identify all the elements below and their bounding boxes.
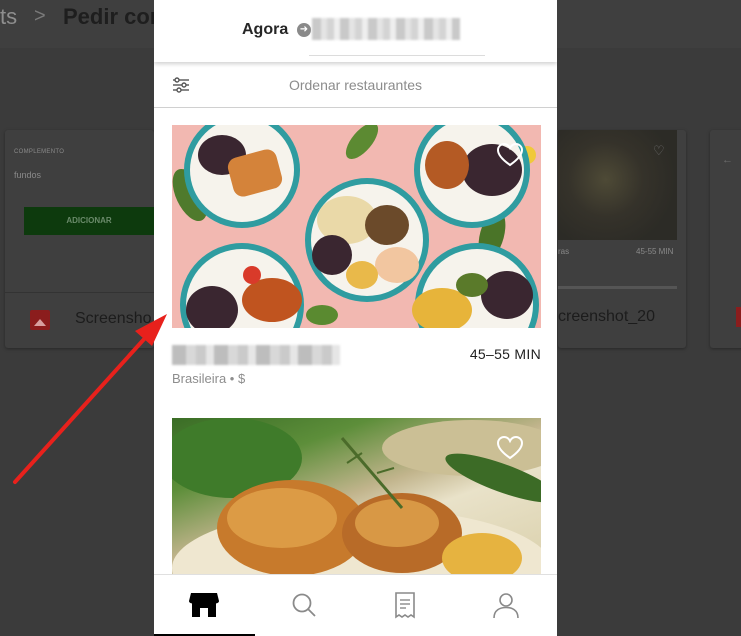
receipt-icon <box>395 592 415 619</box>
nav-tab-restaurants[interactable] <box>154 575 254 636</box>
favorite-heart-icon[interactable] <box>497 436 523 460</box>
food-plates-illustration <box>172 125 541 328</box>
annotation-arrow-shaft <box>13 335 148 484</box>
sort-bar[interactable]: Ordenar restaurantes <box>154 64 557 108</box>
address-underline <box>309 55 485 56</box>
app-screen: Agora ➜ Ordenar restaurantes 45–55 MIN B… <box>154 0 557 636</box>
background-divider <box>558 286 677 289</box>
restaurant-card[interactable] <box>172 418 541 578</box>
image-file-icon <box>30 310 50 330</box>
complement-value: fundos <box>14 170 42 180</box>
restaurant-food-image[interactable] <box>172 125 541 328</box>
page-title: Pedir cor <box>63 4 159 29</box>
restaurant-card[interactable]: 45–55 MIN Brasileira • $ <box>172 125 541 395</box>
sort-restaurants-label[interactable]: Ordenar restaurantes <box>154 77 557 93</box>
restaurant-category-price: Brasileira • $ <box>172 371 246 386</box>
search-icon <box>292 593 316 617</box>
background-card-left: COMPLEMENTO fundos ADICIONAR Screensho <box>5 130 154 348</box>
add-button: ADICIONAR <box>24 207 154 235</box>
delivery-time[interactable]: Agora <box>242 21 288 39</box>
file-name-right: creenshot_20 <box>558 308 655 325</box>
favorite-heart-icon[interactable] <box>497 143 523 167</box>
store-icon <box>189 593 219 617</box>
delivery-header[interactable]: Agora ➜ <box>154 0 557 62</box>
background-card-far: ← <box>710 130 741 348</box>
heart-icon: ♡ <box>653 143 665 158</box>
arrow-right-icon: ➜ <box>297 23 311 37</box>
breadcrumb-separator: > <box>34 5 46 27</box>
back-arrow-icon: ← <box>722 154 733 166</box>
nav-tab-profile[interactable] <box>456 575 556 636</box>
restaurant-name-blurred <box>172 345 340 365</box>
background-category: ras <box>558 247 570 256</box>
nav-tab-search[interactable] <box>255 575 355 636</box>
file-attachment-left: Screensho <box>5 292 154 348</box>
delivery-eta: 45–55 MIN <box>469 346 541 362</box>
roast-chicken-illustration <box>172 418 541 578</box>
complement-label: COMPLEMENTO <box>14 149 65 155</box>
file-name-left: Screensho <box>75 310 152 327</box>
image-file-icon <box>736 307 741 327</box>
background-card-right: ♡ ras 45-55 MIN creenshot_20 <box>558 130 686 348</box>
restaurant-food-image[interactable] <box>172 418 541 578</box>
delivery-address-blurred[interactable] <box>312 18 460 40</box>
profile-icon <box>493 593 519 619</box>
nav-tab-orders[interactable] <box>355 575 455 636</box>
breadcrumb-previous: ts <box>0 4 18 29</box>
background-eta: 45-55 MIN <box>636 247 674 256</box>
bottom-navigation <box>154 574 557 636</box>
